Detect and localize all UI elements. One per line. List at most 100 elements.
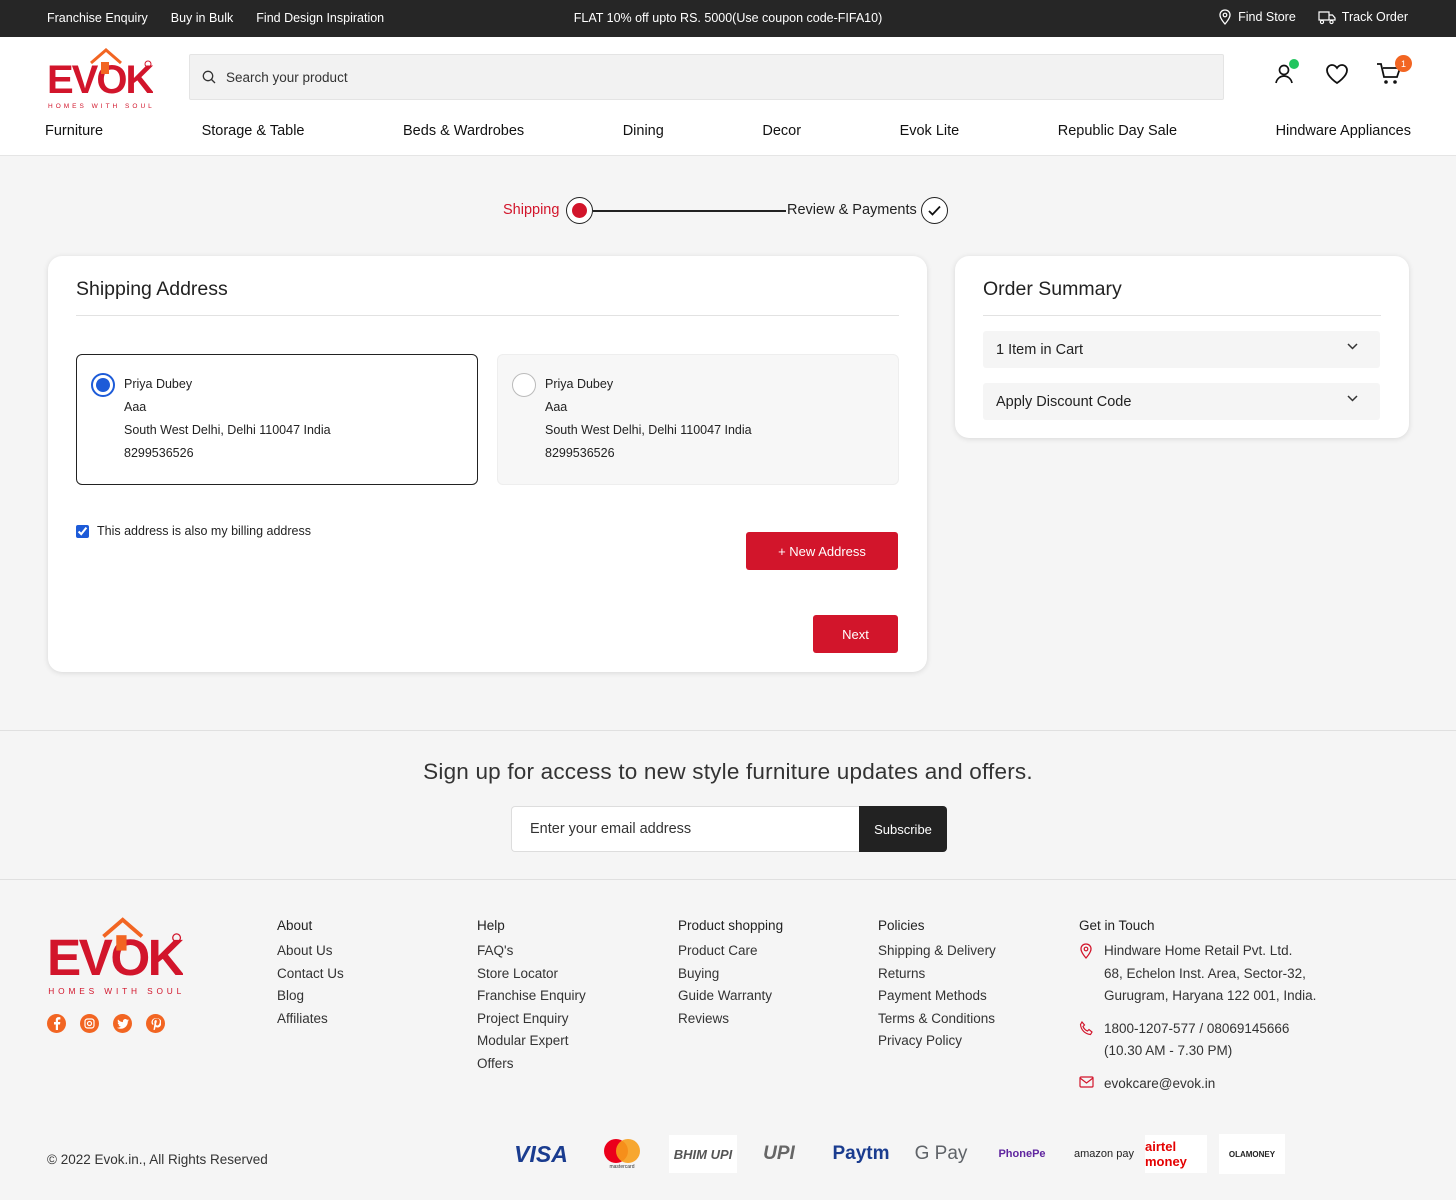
footer-link-offers[interactable]: Offers — [477, 1053, 586, 1076]
mastercard-logo: mastercard — [575, 1134, 669, 1174]
address-line2: South West Delhi, Delhi 110047 India — [124, 423, 331, 437]
step-review-label[interactable]: Review & Payments — [787, 202, 917, 218]
buy-in-bulk-link[interactable]: Buy in Bulk — [171, 11, 234, 25]
footer-link-modular-expert[interactable]: Modular Expert — [477, 1030, 586, 1053]
footer-link-returns[interactable]: Returns — [878, 963, 996, 986]
nav-republic-day-sale[interactable]: Republic Day Sale — [1058, 123, 1177, 139]
evok-logo[interactable]: EVOK HOMES WITH SOUL — [47, 48, 156, 110]
footer-link-store-locator[interactable]: Store Locator — [477, 963, 586, 986]
address-radio-unselected[interactable] — [512, 373, 536, 397]
address-option-1[interactable]: Priya Dubey Aaa South West Delhi, Delhi … — [76, 354, 478, 485]
footer-link-terms-conditions[interactable]: Terms & Conditions — [878, 1008, 996, 1031]
new-address-button[interactable]: + New Address — [746, 532, 898, 570]
footer-link-privacy-policy[interactable]: Privacy Policy — [878, 1030, 996, 1053]
footer-link-about-us[interactable]: About Us — [277, 940, 344, 963]
address-line1: Aaa — [545, 400, 568, 414]
nav-hindware-appliances[interactable]: Hindware Appliances — [1276, 123, 1411, 139]
footer-about-column: About About Us Contact Us Blog Affiliate… — [277, 918, 344, 1030]
footer-link-shipping-delivery[interactable]: Shipping & Delivery — [878, 940, 996, 963]
wishlist-button[interactable] — [1322, 59, 1352, 89]
footer-link-affiliates[interactable]: Affiliates — [277, 1008, 344, 1031]
twitter-icon[interactable] — [113, 1014, 132, 1033]
cart-items-accordion[interactable]: 1 Item in Cart — [983, 331, 1380, 368]
newsletter-section: Sign up for access to new style furnitur… — [0, 730, 1456, 880]
footer-evok-logo[interactable]: EVOK HOMES WITH SOUL — [47, 915, 187, 999]
track-order-link[interactable]: Track Order — [1318, 10, 1408, 25]
step-shipping-label[interactable]: Shipping — [503, 202, 559, 218]
stepper-line — [593, 210, 786, 212]
visa-logo: VISA — [514, 1140, 568, 1167]
check-icon — [921, 197, 948, 224]
chevron-down-icon — [1347, 343, 1358, 350]
instagram-icon[interactable] — [80, 1014, 99, 1033]
find-store-link[interactable]: Find Store — [1218, 9, 1296, 25]
footer-link-project-enquiry[interactable]: Project Enquiry — [477, 1008, 586, 1031]
track-order-label: Track Order — [1341, 10, 1408, 24]
shipping-address-card: Shipping Address Priya Dubey Aaa South W… — [48, 256, 927, 672]
contact-email[interactable]: evokcare@evok.in — [1079, 1073, 1339, 1096]
amazon-pay-logo: amazon pay — [1074, 1148, 1134, 1160]
mail-icon — [1079, 1076, 1094, 1088]
address-option-2[interactable]: Priya Dubey Aaa South West Delhi, Delhi … — [497, 354, 899, 485]
footer-product-column: Product shopping Product Care Buying Gui… — [678, 918, 783, 1030]
contact-phone[interactable]: 1800-1207-577 / 08069145666 (10.30 AM - … — [1079, 1018, 1339, 1063]
footer-link-reviews[interactable]: Reviews — [678, 1008, 783, 1031]
footer-link-buying[interactable]: Buying — [678, 963, 783, 986]
promo-text: FLAT 10% off upto RS. 5000(Use coupon co… — [573, 11, 883, 25]
billing-same-checkbox[interactable] — [76, 524, 89, 538]
address-radio-selected[interactable] — [91, 373, 115, 397]
svg-text:HOMES WITH SOUL: HOMES WITH SOUL — [48, 986, 183, 996]
footer-link-contact-us[interactable]: Contact Us — [277, 963, 344, 986]
nav-beds-wardrobes[interactable]: Beds & Wardrobes — [403, 123, 524, 139]
nav-storage-table[interactable]: Storage & Table — [202, 123, 305, 139]
phone-icon — [1079, 1020, 1093, 1035]
address-phone: 8299536526 — [124, 446, 194, 460]
shipping-title: Shipping Address — [76, 278, 228, 300]
truck-icon — [1318, 10, 1336, 24]
address-name: Priya Dubey — [545, 377, 614, 391]
cart-button[interactable]: 1 — [1374, 55, 1412, 89]
footer-link-product-care[interactable]: Product Care — [678, 940, 783, 963]
find-store-label: Find Store — [1238, 10, 1296, 24]
location-pin-icon — [1219, 9, 1231, 25]
address-line2: South West Delhi, Delhi 110047 India — [545, 423, 752, 437]
footer-link-franchise-enquiry[interactable]: Franchise Enquiry — [477, 985, 586, 1008]
nav-furniture[interactable]: Furniture — [45, 123, 103, 139]
footer-link-faqs[interactable]: FAQ's — [477, 940, 586, 963]
newsletter-title: Sign up for access to new style furnitur… — [423, 759, 1033, 784]
nav-dining[interactable]: Dining — [623, 123, 664, 139]
phonepe-logo: PhonePe — [998, 1148, 1046, 1160]
footer-help-column: Help FAQ's Store Locator Franchise Enqui… — [477, 918, 586, 1076]
billing-same-label: This address is also my billing address — [97, 524, 311, 538]
payment-methods: VISA mastercard BHIM UPI UPI Paytm G Pay… — [507, 1134, 1285, 1174]
account-button[interactable] — [1270, 59, 1300, 89]
footer-link-guide-warranty[interactable]: Guide Warranty — [678, 985, 783, 1008]
find-design-inspiration-link[interactable]: Find Design Inspiration — [256, 11, 384, 25]
newsletter-email-input[interactable] — [511, 806, 859, 852]
next-button[interactable]: Next — [813, 615, 898, 653]
search-input[interactable] — [226, 69, 1126, 85]
franchise-enquiry-link[interactable]: Franchise Enquiry — [47, 11, 148, 25]
nav-evok-lite[interactable]: Evok Lite — [900, 123, 960, 139]
step-shipping-active-dot — [566, 197, 593, 224]
footer-link-payment-methods[interactable]: Payment Methods — [878, 985, 996, 1008]
subscribe-button[interactable]: Subscribe — [859, 806, 947, 852]
nav-decor[interactable]: Decor — [762, 123, 801, 139]
top-links: Franchise Enquiry Buy in Bulk Find Desig… — [47, 11, 384, 25]
cart-items-label: 1 Item in Cart — [996, 341, 1084, 358]
paytm-logo: Paytm — [832, 1143, 890, 1164]
footer-about-heading: About — [277, 918, 313, 933]
facebook-icon[interactable] — [47, 1014, 66, 1033]
google-pay-logo: G Pay — [914, 1143, 968, 1164]
heart-icon — [1326, 64, 1348, 85]
discount-code-accordion[interactable]: Apply Discount Code — [983, 383, 1380, 420]
svg-text:EVOK: EVOK — [47, 58, 153, 102]
search-bar[interactable] — [189, 54, 1224, 100]
pinterest-icon[interactable] — [146, 1014, 165, 1033]
address-line1: Aaa — [124, 400, 147, 414]
footer-product-heading: Product shopping — [678, 918, 784, 933]
billing-same-checkbox-row[interactable]: This address is also my billing address — [76, 524, 311, 538]
divider — [76, 315, 899, 316]
footer-link-blog[interactable]: Blog — [277, 985, 344, 1008]
svg-text:EVOK: EVOK — [47, 929, 183, 986]
